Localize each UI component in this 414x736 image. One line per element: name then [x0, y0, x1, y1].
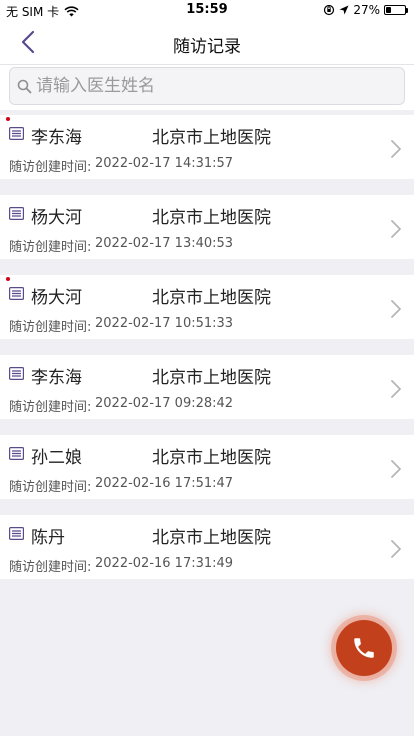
- chevron-right-icon: [391, 220, 401, 238]
- status-bar: 无 SIM 卡 15:59 27%: [0, 0, 414, 20]
- record-list: 李东海 北京市上地医院 随访创建时间: 2022-02-17 14:31:57 …: [0, 115, 414, 595]
- record-item[interactable]: 杨大河 北京市上地医院 随访创建时间: 2022-02-17 10:51:33: [0, 275, 414, 339]
- hospital-name: 北京市上地医院: [152, 288, 271, 308]
- orientation-lock-icon: [324, 4, 335, 16]
- chevron-right-icon: [391, 140, 401, 158]
- created-time-label: 随访创建时间:: [9, 560, 92, 575]
- hospital-name: 北京市上地医院: [152, 448, 271, 468]
- unread-dot: [6, 117, 10, 121]
- doctor-name: 李东海: [31, 128, 82, 148]
- nav-bar: 随访记录: [0, 20, 414, 65]
- record-item[interactable]: 李东海 北京市上地医院 随访创建时间: 2022-02-17 09:28:42: [0, 355, 414, 419]
- record-item[interactable]: 孙二娘 北京市上地医院 随访创建时间: 2022-02-16 17:51:47: [0, 435, 414, 499]
- created-time: 2022-02-17 13:40:53: [95, 236, 234, 251]
- doctor-name: 陈丹: [31, 528, 65, 548]
- chevron-right-icon: [391, 300, 401, 318]
- record-item[interactable]: 陈丹 北京市上地医院 随访创建时间: 2022-02-16 17:31:49: [0, 515, 414, 579]
- created-time: 2022-02-17 10:51:33: [95, 316, 234, 331]
- chevron-right-icon: [391, 460, 401, 478]
- doctor-name: 杨大河: [31, 288, 82, 308]
- hospital-name: 北京市上地医院: [152, 368, 271, 388]
- created-time-label: 随访创建时间:: [9, 320, 92, 335]
- chevron-right-icon: [391, 540, 401, 558]
- page-title: 随访记录: [173, 37, 241, 57]
- doctor-name: 孙二娘: [31, 448, 82, 468]
- status-right: 27%: [323, 3, 408, 17]
- record-item[interactable]: 杨大河 北京市上地医院 随访创建时间: 2022-02-17 13:40:53: [0, 195, 414, 259]
- chevron-right-icon: [391, 380, 401, 398]
- created-time: 2022-02-17 09:28:42: [95, 396, 234, 411]
- battery-icon: [384, 5, 408, 15]
- document-icon: [9, 207, 24, 220]
- hospital-name: 北京市上地医院: [152, 128, 271, 148]
- phone-icon: [354, 638, 374, 658]
- document-icon: [9, 287, 24, 300]
- hospital-name: 北京市上地医院: [152, 528, 271, 548]
- document-icon: [9, 447, 24, 460]
- created-time: 2022-02-16 17:51:47: [95, 476, 234, 491]
- record-item[interactable]: 李东海 北京市上地医院 随访创建时间: 2022-02-17 14:31:57: [0, 115, 414, 179]
- search-icon: [16, 78, 32, 94]
- search-box[interactable]: [9, 67, 405, 105]
- document-icon: [9, 367, 24, 380]
- document-icon: [9, 127, 24, 140]
- created-time-label: 随访创建时间:: [9, 400, 92, 415]
- document-icon: [9, 527, 24, 540]
- call-button[interactable]: [336, 620, 392, 676]
- search-bar: [0, 65, 414, 110]
- battery-level: [386, 7, 391, 13]
- doctor-name: 杨大河: [31, 208, 82, 228]
- created-time-label: 随访创建时间:: [9, 480, 92, 495]
- created-time-label: 随访创建时间:: [9, 240, 92, 255]
- created-time-label: 随访创建时间:: [9, 160, 92, 175]
- battery-percent: 27%: [353, 3, 380, 17]
- location-icon: [339, 5, 349, 15]
- hospital-name: 北京市上地医院: [152, 208, 271, 228]
- doctor-name: 李东海: [31, 368, 82, 388]
- created-time: 2022-02-16 17:31:49: [95, 556, 234, 571]
- search-input[interactable]: [32, 76, 404, 96]
- created-time: 2022-02-17 14:31:57: [95, 156, 234, 171]
- unread-dot: [6, 277, 10, 281]
